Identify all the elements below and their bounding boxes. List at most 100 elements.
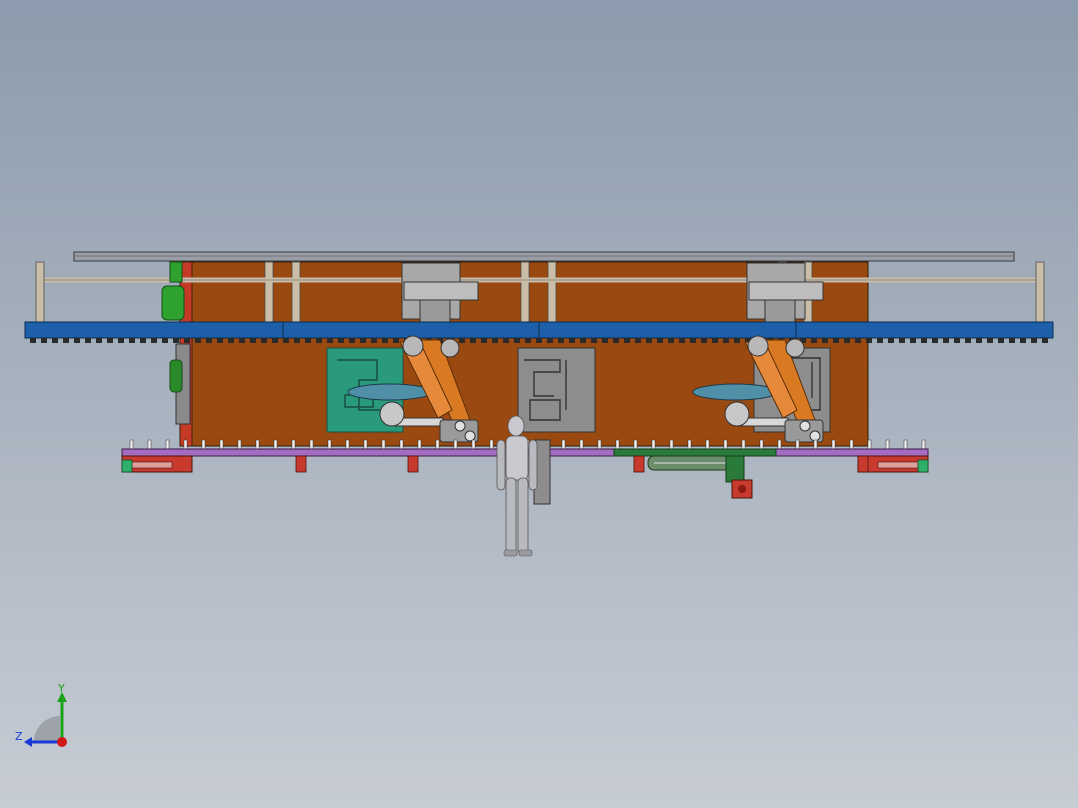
rail-tooth [921, 338, 927, 343]
rail-tooth [272, 338, 278, 343]
rib [849, 439, 854, 450]
rail-tooth [602, 338, 608, 343]
rail-tooth [360, 338, 366, 343]
rail-tooth [547, 338, 553, 343]
rail-tooth [1020, 338, 1026, 343]
rib [255, 439, 260, 450]
rib [597, 439, 602, 450]
blue-rail [24, 321, 1054, 343]
y-axis-label: Y [57, 684, 65, 695]
support-foot [633, 455, 645, 473]
rail-tooth [492, 338, 498, 343]
rib [669, 439, 674, 450]
rail-tooth [899, 338, 905, 343]
rail-tooth [613, 338, 619, 343]
rib [219, 439, 224, 450]
rib [885, 439, 890, 450]
rail-tooth [569, 338, 575, 343]
rail-tooth [470, 338, 476, 343]
rail-tooth [140, 338, 146, 343]
support-feet [295, 455, 869, 473]
rail-tooth [844, 338, 850, 343]
rib [741, 439, 746, 450]
rail-tooth [96, 338, 102, 343]
rail-tooth [1042, 338, 1048, 343]
rail-tooth [239, 338, 245, 343]
rail-tooth [206, 338, 212, 343]
triad-arc [34, 716, 60, 742]
rib [759, 439, 764, 450]
rail-tooth [371, 338, 377, 343]
rail-tooth [910, 338, 916, 343]
rail-tooth [646, 338, 652, 343]
rib [705, 439, 710, 450]
rail-tooth [261, 338, 267, 343]
rail-tooth [943, 338, 949, 343]
rail-tooth [954, 338, 960, 343]
rail-tooth [52, 338, 58, 343]
rail-tooth [987, 338, 993, 343]
rail-tooth [811, 338, 817, 343]
rib [651, 439, 656, 450]
x-axis-dot [57, 737, 67, 747]
rib [417, 439, 422, 450]
rib [471, 439, 476, 450]
rail-tooth [690, 338, 696, 343]
rail-tooth [481, 338, 487, 343]
rail-tooth [965, 338, 971, 343]
z-axis-arrow [24, 737, 32, 747]
rib [921, 439, 926, 450]
rail-tooth [41, 338, 47, 343]
rail-tooth [877, 338, 883, 343]
rail-tooth [305, 338, 311, 343]
rib [579, 439, 584, 450]
rib [723, 439, 728, 450]
rail-tooth [107, 338, 113, 343]
rail-tooth [1031, 338, 1037, 343]
support-foot [857, 455, 869, 473]
rail-tooth [503, 338, 509, 343]
orientation-triad[interactable]: Y Z [12, 684, 76, 754]
rib [165, 439, 170, 450]
rail-tooth [74, 338, 80, 343]
rail-tooth [976, 338, 982, 343]
conveyor-module [647, 455, 753, 499]
rail-tooth [558, 338, 564, 343]
rib [903, 439, 908, 450]
rail-tooth [888, 338, 894, 343]
rail-tooth [866, 338, 872, 343]
top-beam [73, 251, 1015, 262]
rail-tooth [338, 338, 344, 343]
rail-tooth [63, 338, 69, 343]
rib [795, 439, 800, 450]
rail-tooth [855, 338, 861, 343]
rail-tooth [723, 338, 729, 343]
rail-tooth [118, 338, 124, 343]
rib [237, 439, 242, 450]
rib [435, 439, 440, 450]
z-axis-label: Z [15, 730, 23, 743]
rail-tooth [635, 338, 641, 343]
rib [399, 439, 404, 450]
rib [633, 439, 638, 450]
rail-tooth [162, 338, 168, 343]
model-view[interactable] [0, 0, 1078, 808]
foot-right [857, 455, 929, 473]
support-foot [407, 455, 419, 473]
rail-tooth [932, 338, 938, 343]
rail-tooth [217, 338, 223, 343]
rail-tooth [679, 338, 685, 343]
rail-tooth [525, 338, 531, 343]
rib [687, 439, 692, 450]
rail-tooth [250, 338, 256, 343]
rail-tooth [998, 338, 1004, 343]
rib [201, 439, 206, 450]
rail-tooth [129, 338, 135, 343]
cad-viewport[interactable]: Y Z [0, 0, 1078, 808]
rail-tooth [701, 338, 707, 343]
rib [345, 439, 350, 450]
rail-tooth [822, 338, 828, 343]
rib [273, 439, 278, 450]
rail-tooth [85, 338, 91, 343]
rib [291, 439, 296, 450]
